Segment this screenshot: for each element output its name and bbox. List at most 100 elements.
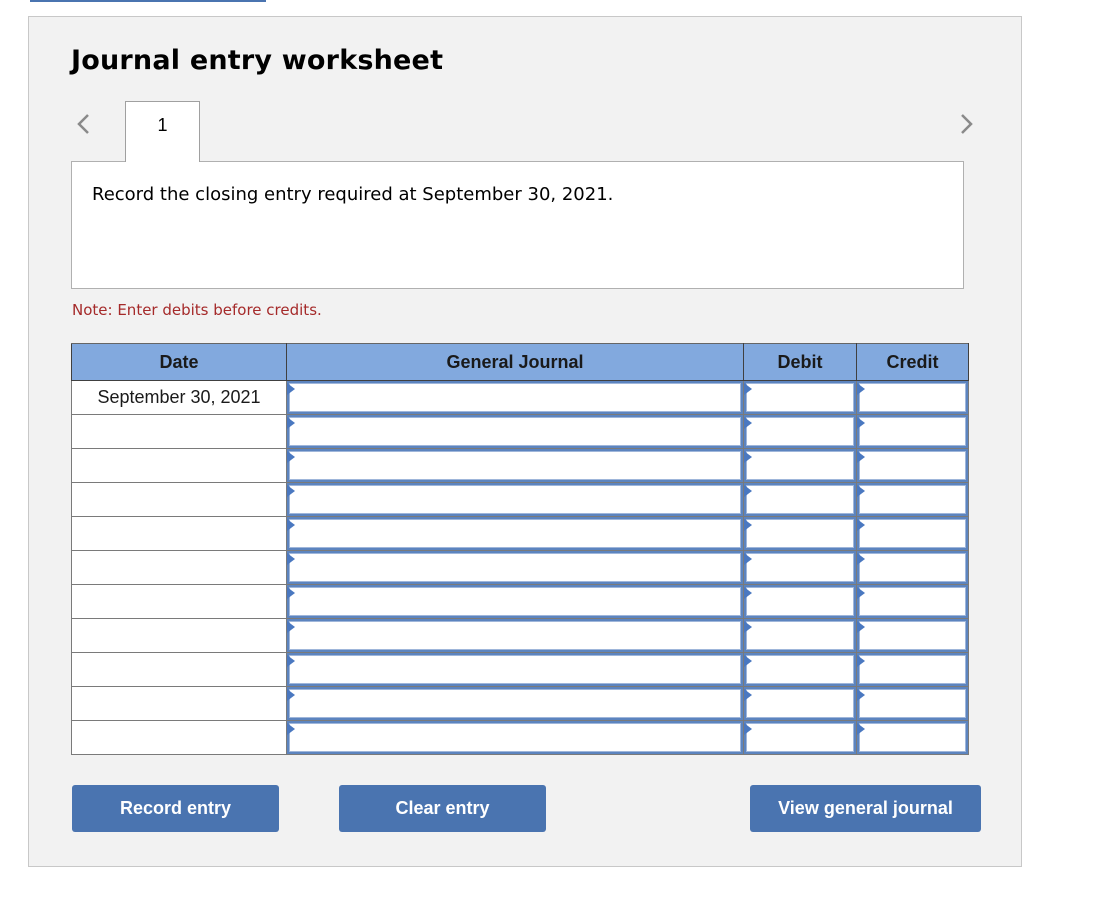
- debit-input[interactable]: [746, 621, 854, 650]
- credit-input[interactable]: [859, 587, 966, 616]
- date-cell: [71, 618, 287, 653]
- account-select[interactable]: [289, 451, 741, 480]
- account-cell: [286, 482, 744, 517]
- credit-cell: [856, 550, 969, 585]
- cell-marker-icon: [857, 553, 865, 565]
- credit-cell: [856, 516, 969, 551]
- cell-marker-icon: [857, 451, 865, 463]
- debit-input[interactable]: [746, 417, 854, 446]
- date-cell: [71, 414, 287, 449]
- cell-marker-icon: [857, 519, 865, 531]
- account-cell: [286, 686, 744, 721]
- cell-marker-icon: [744, 383, 752, 395]
- debit-cell: [743, 448, 857, 483]
- credit-cell: [856, 652, 969, 687]
- table-row: [71, 720, 969, 755]
- debit-input[interactable]: [746, 553, 854, 582]
- credit-cell: [856, 686, 969, 721]
- account-cell: [286, 516, 744, 551]
- table-row: [71, 686, 969, 721]
- credit-input[interactable]: [859, 723, 966, 752]
- cell-marker-icon: [287, 519, 295, 531]
- cell-marker-icon: [287, 689, 295, 701]
- cell-marker-icon: [744, 417, 752, 429]
- note-text: Note: Enter debits before credits.: [72, 301, 322, 319]
- cell-marker-icon: [744, 519, 752, 531]
- next-entry-button[interactable]: [957, 109, 977, 139]
- journal-body: September 30, 2021: [71, 380, 969, 755]
- cell-marker-icon: [287, 655, 295, 667]
- debit-cell: [743, 414, 857, 449]
- debit-cell: [743, 618, 857, 653]
- date-cell: [71, 550, 287, 585]
- table-row: [71, 652, 969, 687]
- credit-input[interactable]: [859, 451, 966, 480]
- debit-input[interactable]: [746, 689, 854, 718]
- credit-cell: [856, 482, 969, 517]
- prev-entry-button[interactable]: [73, 109, 93, 139]
- account-select[interactable]: [289, 655, 741, 684]
- cell-marker-icon: [857, 655, 865, 667]
- credit-input[interactable]: [859, 621, 966, 650]
- debit-input[interactable]: [746, 485, 854, 514]
- debit-input[interactable]: [746, 655, 854, 684]
- account-cell: [286, 720, 744, 755]
- credit-input[interactable]: [859, 689, 966, 718]
- clear-entry-button[interactable]: Clear entry: [339, 785, 546, 832]
- account-select[interactable]: [289, 519, 741, 548]
- credit-input[interactable]: [859, 655, 966, 684]
- debit-input[interactable]: [746, 723, 854, 752]
- cell-marker-icon: [857, 383, 865, 395]
- column-header-credit: Credit: [856, 343, 969, 381]
- cell-marker-icon: [287, 723, 295, 735]
- record-entry-button[interactable]: Record entry: [72, 785, 279, 832]
- account-cell: [286, 380, 744, 415]
- journal-header-row: Date General Journal Debit Credit: [71, 343, 969, 381]
- column-header-debit: Debit: [743, 343, 857, 381]
- question-text: Record the closing entry required at Sep…: [92, 184, 614, 205]
- debit-cell: [743, 516, 857, 551]
- cell-marker-icon: [857, 723, 865, 735]
- account-cell: [286, 448, 744, 483]
- table-row: [71, 550, 969, 585]
- credit-cell: [856, 618, 969, 653]
- credit-input[interactable]: [859, 417, 966, 446]
- account-select[interactable]: [289, 417, 741, 446]
- date-cell: [71, 584, 287, 619]
- account-select[interactable]: [289, 621, 741, 650]
- credit-cell: [856, 584, 969, 619]
- account-select[interactable]: [289, 689, 741, 718]
- cell-marker-icon: [857, 621, 865, 633]
- account-select[interactable]: [289, 553, 741, 582]
- cell-marker-icon: [287, 485, 295, 497]
- credit-cell: [856, 448, 969, 483]
- account-select[interactable]: [289, 383, 741, 412]
- journal-table: Date General Journal Debit Credit Septem…: [71, 343, 969, 755]
- view-general-journal-button[interactable]: View general journal: [750, 785, 981, 832]
- credit-input[interactable]: [859, 485, 966, 514]
- debit-input[interactable]: [746, 383, 854, 412]
- date-cell: [71, 448, 287, 483]
- cell-marker-icon: [744, 621, 752, 633]
- credit-input[interactable]: [859, 553, 966, 582]
- cell-marker-icon: [744, 553, 752, 565]
- column-header-date: Date: [71, 343, 287, 381]
- top-accent-bar: [30, 0, 266, 2]
- cell-marker-icon: [857, 689, 865, 701]
- account-select[interactable]: [289, 723, 741, 752]
- debit-input[interactable]: [746, 587, 854, 616]
- account-cell: [286, 584, 744, 619]
- debit-input[interactable]: [746, 519, 854, 548]
- credit-input[interactable]: [859, 519, 966, 548]
- tab-entry-1[interactable]: 1: [125, 101, 200, 162]
- debit-cell: [743, 652, 857, 687]
- account-select[interactable]: [289, 587, 741, 616]
- cell-marker-icon: [857, 587, 865, 599]
- account-select[interactable]: [289, 485, 741, 514]
- cell-marker-icon: [857, 485, 865, 497]
- debit-cell: [743, 482, 857, 517]
- credit-cell: [856, 720, 969, 755]
- debit-input[interactable]: [746, 451, 854, 480]
- date-cell: [71, 652, 287, 687]
- credit-input[interactable]: [859, 383, 966, 412]
